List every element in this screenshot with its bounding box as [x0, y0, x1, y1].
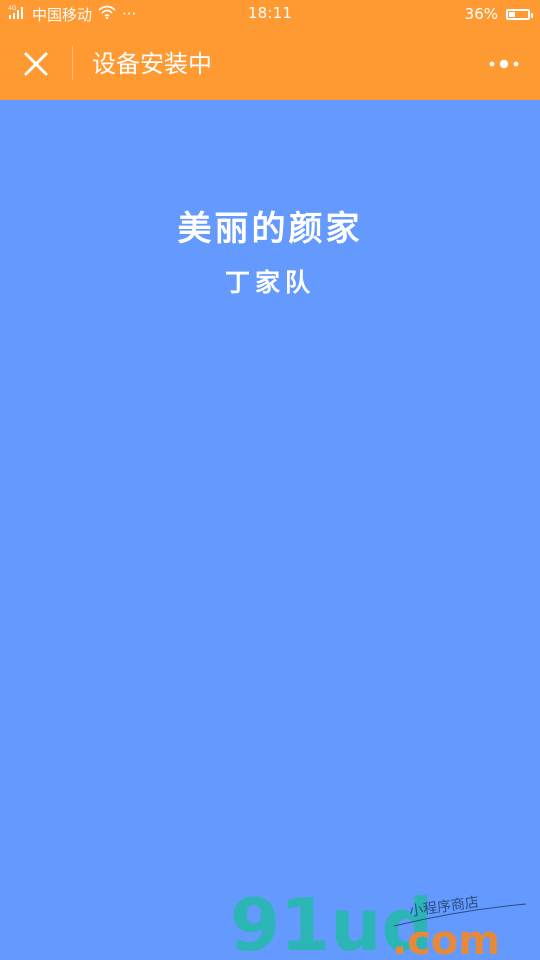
content-subtitle: 丁家队 — [224, 268, 315, 297]
navigation-bar: 设备安装中 — [0, 28, 540, 100]
content-title: 美丽的颜家 — [177, 209, 363, 249]
screen: 4G 中国移动 ··· 18:11 36% 设备安装中 美丽的颜家 丁家队 91… — [0, 0, 540, 960]
battery-icon — [506, 8, 533, 20]
status-right: 36% — [464, 4, 533, 24]
watermark-logo-graphic: 91ud .com 小程序商店 — [230, 883, 527, 960]
nav-divider — [72, 46, 73, 80]
svg-text:.com: .com — [392, 918, 500, 960]
status-time: 18:11 — [247, 4, 293, 22]
status-bar: 4G 中国移动 ··· 18:11 36% — [0, 0, 540, 28]
more-options-button[interactable] — [484, 52, 524, 76]
watermark-logo: 91ud .com 小程序商店 — [230, 883, 530, 960]
more-dots-icon — [489, 59, 519, 69]
close-icon — [24, 52, 48, 76]
battery-level — [509, 11, 515, 17]
close-button[interactable] — [14, 44, 58, 84]
page-title: 设备安装中 — [92, 50, 212, 78]
battery-percent: 36% — [464, 5, 498, 23]
